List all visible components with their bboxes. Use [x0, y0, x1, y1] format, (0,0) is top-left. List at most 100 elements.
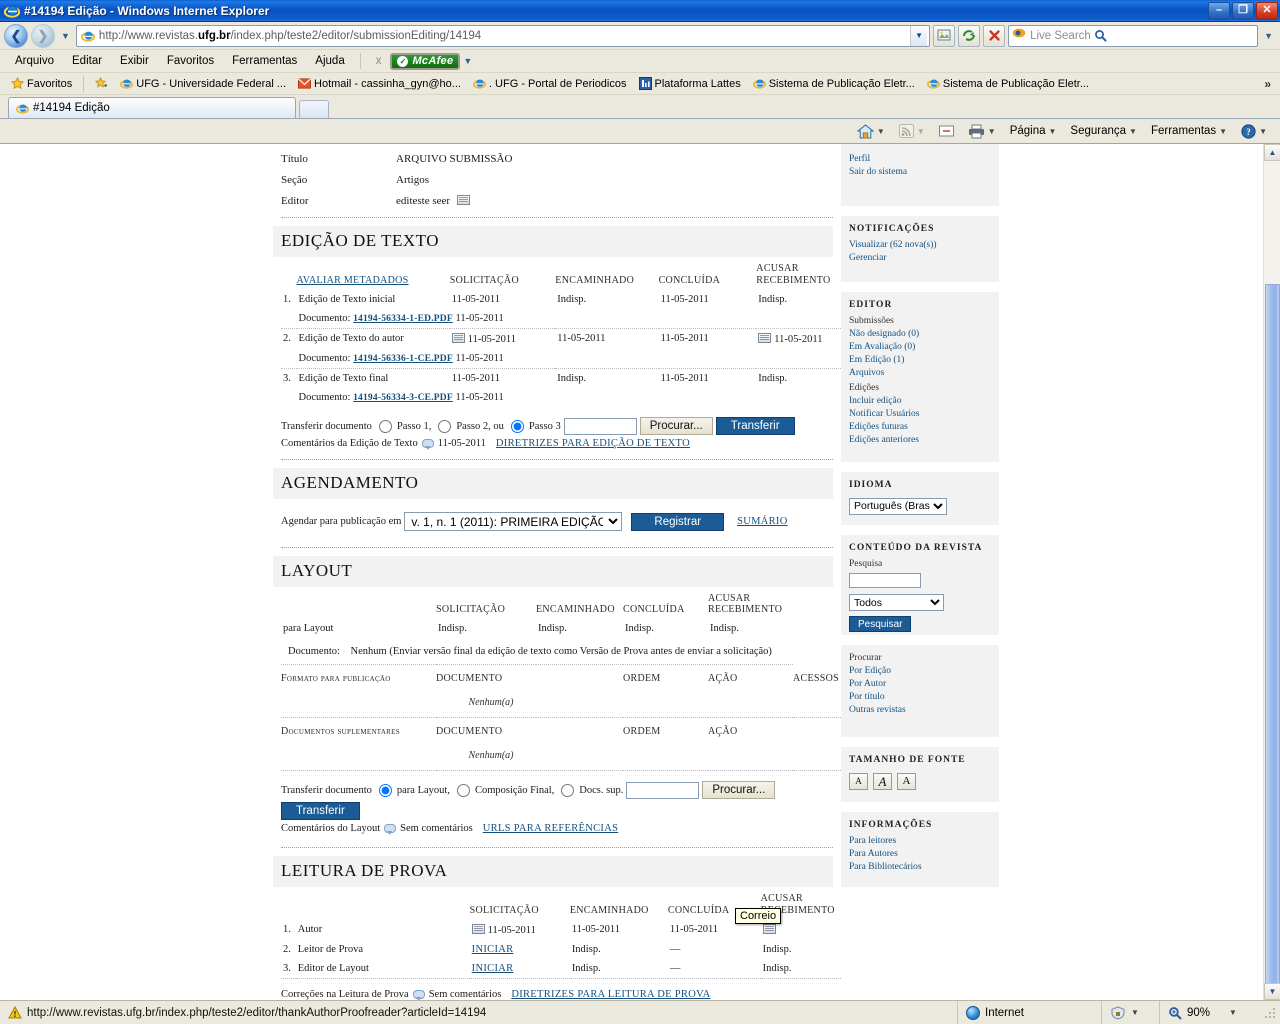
menu-item-ferramentas[interactable]: Ferramentas: [223, 52, 306, 70]
mail-icon[interactable]: [758, 333, 772, 343]
issue-select[interactable]: v. 1, n. 1 (2011): PRIMEIRA EDIÇÃO: [404, 512, 623, 531]
sidebar-link-por-titulo[interactable]: Por título: [849, 692, 991, 702]
radio-composicao-final[interactable]: [456, 783, 470, 797]
document-file-link[interactable]: 14194-56336-1-CE.PDF: [353, 354, 453, 364]
sidebar-link-para-bibliotecarios[interactable]: Para Bibliotecários: [849, 862, 991, 872]
security-menu-button[interactable]: Segurança ▼: [1063, 123, 1144, 139]
search-button[interactable]: Pesquisar: [849, 616, 912, 632]
stop-button[interactable]: [983, 24, 1006, 47]
file-path-input[interactable]: [626, 781, 700, 799]
menu-item-favoritos[interactable]: Favoritos: [158, 52, 223, 70]
menu-item-editar[interactable]: Editar: [63, 52, 111, 70]
favorite-item-portal-periodicos[interactable]: . UFG - Portal de Periodicos: [467, 77, 633, 90]
status-protected-mode-section[interactable]: ▼: [1102, 1001, 1160, 1024]
help-menu-button[interactable]: ? ▼: [1234, 122, 1274, 141]
mcafee-dropdown-icon[interactable]: ▼: [460, 56, 475, 66]
sidebar-link-para-leitores[interactable]: Para leitores: [849, 836, 991, 846]
tools-menu-button[interactable]: Ferramentas ▼: [1144, 123, 1234, 139]
document-file-link[interactable]: 14194-56334-1-ED.PDF: [353, 314, 453, 324]
sidebar-link-edicoes-anteriores[interactable]: Edições anteriores: [849, 435, 991, 445]
mail-icon[interactable]: [471, 924, 485, 934]
sidebar-link-notificar-usuarios[interactable]: Notificar Usuários: [849, 409, 991, 419]
search-icon[interactable]: [1091, 26, 1111, 46]
sidebar-link-gerenciar[interactable]: Gerenciar: [849, 253, 991, 263]
forward-button[interactable]: ❯: [31, 23, 55, 48]
sidebar-link-para-autores[interactable]: Para Autores: [849, 849, 991, 859]
radio-passo-2[interactable]: [438, 419, 452, 433]
radio-docs-sup[interactable]: [561, 783, 575, 797]
toc-link[interactable]: SUMÁRIO: [737, 516, 788, 527]
print-button[interactable]: ▼: [961, 122, 1003, 141]
search-box[interactable]: Live Search: [1008, 24, 1259, 47]
window-resize-grip[interactable]: [1263, 1006, 1277, 1020]
compatibility-view-button[interactable]: [933, 24, 956, 47]
menu-item-ajuda[interactable]: Ajuda: [306, 52, 353, 70]
browse-button[interactable]: Procurar...: [639, 417, 713, 435]
font-size-small-icon[interactable]: A: [849, 773, 868, 790]
page-menu-button[interactable]: Página ▼: [1003, 123, 1064, 139]
sidebar-link-por-edicao[interactable]: Por Edição: [849, 666, 991, 676]
sidebar-link-sair[interactable]: Sair do sistema: [849, 167, 991, 177]
reference-urls-link[interactable]: URLS PARA REFERÊNCIAS: [483, 823, 618, 834]
favorite-item-sistema-publicacao-2[interactable]: Sistema de Publicação Eletr...: [921, 77, 1095, 90]
proofreading-guidelines-link[interactable]: DIRETRIZES PARA LEITURA DE PROVA: [511, 989, 710, 1000]
maximize-button[interactable]: ❐: [1232, 1, 1254, 20]
search-input[interactable]: Live Search: [1030, 30, 1091, 42]
initiate-link[interactable]: INICIAR: [472, 944, 514, 955]
address-url[interactable]: http://www.revistas.ufg.br/index.php/tes…: [99, 30, 910, 42]
sidebar-link-em-avaliacao[interactable]: Em Avaliação (0): [849, 342, 991, 352]
journal-search-input[interactable]: [849, 573, 921, 588]
mcafee-toolbar[interactable]: ✓ McAfee: [390, 52, 461, 70]
font-size-medium-icon[interactable]: A: [873, 773, 892, 790]
tab-edicao[interactable]: #14194 Edição: [8, 97, 296, 118]
home-dropdown-icon[interactable]: ▼: [877, 127, 885, 136]
sidebar-link-perfil[interactable]: Perfil: [849, 154, 991, 164]
vertical-scrollbar[interactable]: ▲ ▼: [1263, 144, 1280, 1000]
favorite-item-sistema-publicacao-1[interactable]: Sistema de Publicação Eletr...: [747, 77, 921, 90]
sidebar-link-incluir-edicao[interactable]: Incluir edição: [849, 396, 991, 406]
initiate-link[interactable]: INICIAR: [472, 963, 514, 974]
scroll-up-button[interactable]: ▲: [1264, 144, 1280, 161]
upload-button[interactable]: Transferir: [715, 417, 795, 435]
upload-button[interactable]: Transferir: [281, 802, 360, 820]
language-select[interactable]: Português (Brasil): [849, 497, 947, 515]
comment-balloon-icon[interactable]: [412, 990, 425, 1000]
mcafee-close-button[interactable]: x: [367, 52, 391, 70]
review-metadata-link[interactable]: AVALIAR METADADOS: [297, 275, 409, 286]
recent-pages-dropdown-icon[interactable]: ▼: [58, 31, 73, 41]
favorites-overflow-icon[interactable]: »: [1264, 77, 1275, 91]
sidebar-link-edicoes-futuras[interactable]: Edições futuras: [849, 422, 991, 432]
add-favorite-button[interactable]: [89, 76, 114, 90]
search-provider-dropdown-icon[interactable]: ▼: [1261, 31, 1276, 41]
home-button[interactable]: ▼: [850, 122, 892, 141]
address-bar[interactable]: http://www.revistas.ufg.br/index.php/tes…: [75, 24, 931, 47]
radio-passo-1[interactable]: [378, 419, 392, 433]
menu-item-exibir[interactable]: Exibir: [111, 52, 158, 70]
mail-icon[interactable]: [762, 924, 776, 934]
browse-button[interactable]: Procurar...: [702, 781, 776, 799]
chevron-down-icon[interactable]: ▼: [1131, 1008, 1139, 1017]
mail-icon[interactable]: [456, 195, 470, 205]
search-scope-select[interactable]: Todos: [849, 594, 944, 611]
copyediting-guidelines-link[interactable]: DIRETRIZES PARA EDIÇÃO DE TEXTO: [496, 438, 690, 449]
address-dropdown-icon[interactable]: ▼: [910, 25, 928, 46]
favorite-item-lattes[interactable]: Plataforma Lattes: [633, 77, 747, 90]
register-button[interactable]: Registrar: [631, 512, 725, 531]
sidebar-link-nao-designado[interactable]: Não designado (0): [849, 329, 991, 339]
feeds-dropdown-icon[interactable]: ▼: [917, 127, 925, 136]
file-path-input[interactable]: [563, 417, 637, 435]
favorite-item-hotmail[interactable]: Hotmail - cassinha_gyn@ho...: [292, 77, 467, 90]
feeds-button[interactable]: ▼: [892, 122, 932, 140]
scroll-down-button[interactable]: ▼: [1264, 983, 1280, 1000]
new-tab-button[interactable]: [299, 100, 329, 118]
status-zone-section[interactable]: Internet: [957, 1001, 1102, 1024]
help-dropdown-icon[interactable]: ▼: [1259, 127, 1267, 136]
scrollbar-thumb[interactable]: [1265, 284, 1280, 984]
sidebar-link-arquivos[interactable]: Arquivos: [849, 368, 991, 378]
comment-balloon-icon[interactable]: [384, 824, 397, 835]
back-button[interactable]: ❮: [4, 23, 28, 48]
menu-item-arquivo[interactable]: Arquivo: [6, 52, 63, 70]
sidebar-link-outras-revistas[interactable]: Outras revistas: [849, 705, 991, 715]
radio-para-layout[interactable]: [378, 783, 392, 797]
font-size-large-icon[interactable]: A: [897, 773, 916, 790]
